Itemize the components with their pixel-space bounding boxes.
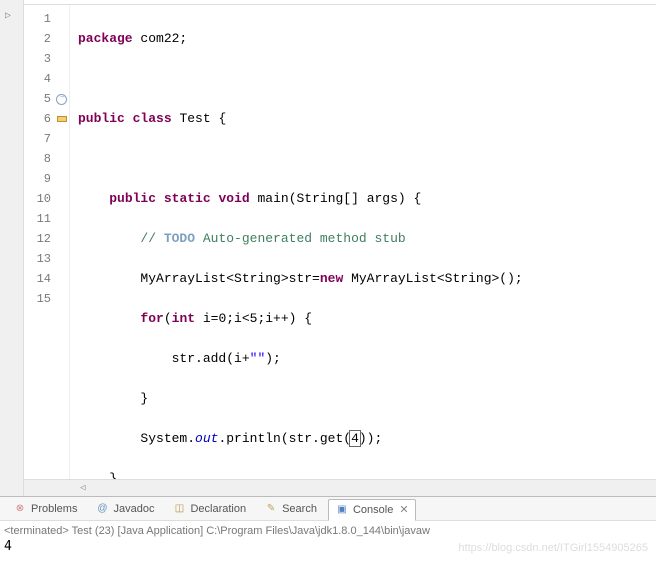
console-output[interactable]: 4 bbox=[4, 539, 652, 555]
tab-declaration[interactable]: ◫ Declaration bbox=[165, 498, 253, 520]
line-number: 1 bbox=[24, 9, 69, 29]
scroll-left-icon[interactable]: ◁ bbox=[80, 483, 85, 493]
code-editor: 1 2 3 4 5 6 7 8 9 10 11 12 13 14 15 pack… bbox=[24, 4, 656, 496]
line-number: 14 bbox=[24, 269, 69, 289]
search-icon: ✎ bbox=[264, 502, 278, 516]
javadoc-icon: @ bbox=[95, 502, 109, 516]
tab-search[interactable]: ✎ Search bbox=[257, 498, 324, 520]
line-number: 11 bbox=[24, 209, 69, 229]
line-number: 2 bbox=[24, 29, 69, 49]
console-launch-title: <terminated> Test (23) [Java Application… bbox=[4, 523, 652, 539]
bottom-views-panel: ⊗ Problems @ Javadoc ◫ Declaration ✎ Sea… bbox=[0, 496, 656, 582]
console-icon: ▣ bbox=[335, 503, 349, 517]
line-number: 10 bbox=[24, 189, 69, 209]
line-number: 6 bbox=[24, 109, 69, 129]
tab-problems[interactable]: ⊗ Problems bbox=[6, 498, 84, 520]
console-body: <terminated> Test (23) [Java Application… bbox=[0, 521, 656, 557]
line-number: 13 bbox=[24, 249, 69, 269]
horizontal-scrollbar[interactable]: ◁ bbox=[24, 479, 656, 496]
line-number: 15 bbox=[24, 289, 69, 309]
tab-console[interactable]: ▣ Console ✕ bbox=[328, 499, 416, 521]
tab-javadoc[interactable]: @ Javadoc bbox=[88, 498, 161, 520]
view-tabs: ⊗ Problems @ Javadoc ◫ Declaration ✎ Sea… bbox=[0, 497, 656, 521]
declaration-icon: ◫ bbox=[172, 502, 186, 516]
line-number: 9 bbox=[24, 169, 69, 189]
line-number: 7 bbox=[24, 129, 69, 149]
problems-icon: ⊗ bbox=[13, 502, 27, 516]
line-number: 12 bbox=[24, 229, 69, 249]
line-number: 8 bbox=[24, 149, 69, 169]
editor-left-strip: ▷ bbox=[0, 0, 24, 496]
line-number-gutter: 1 2 3 4 5 6 7 8 9 10 11 12 13 14 15 bbox=[24, 5, 70, 479]
code-text-area[interactable]: package com22; public class Test { publi… bbox=[70, 5, 656, 479]
line-number: 5 bbox=[24, 89, 69, 109]
outline-arrow-icon[interactable]: ▷ bbox=[5, 10, 11, 22]
close-icon[interactable]: ✕ bbox=[399, 503, 408, 516]
line-number: 4 bbox=[24, 69, 69, 89]
line-number: 3 bbox=[24, 49, 69, 69]
